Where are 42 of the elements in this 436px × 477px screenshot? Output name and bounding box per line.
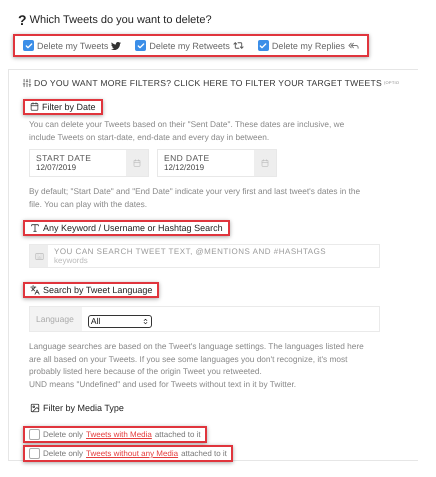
section-title: Filter by Date: [23, 98, 103, 114]
media-link[interactable]: Tweets without any Media: [86, 449, 178, 458]
reply-all-icon: [348, 40, 359, 51]
option-text: attached to it: [181, 449, 227, 458]
description: You can delete your Tweets based on their "Sent Date". These dates are inclusive, we include Tweets on start-date, end-date and every day in between.: [29, 118, 346, 143]
language-select[interactable]: All: [88, 314, 152, 328]
checkbox[interactable]: [135, 40, 146, 51]
question-mark: ?: [18, 12, 27, 28]
keyboard-icon: [34, 252, 44, 260]
calendar-icon[interactable]: [133, 159, 141, 167]
section-title: Filter by Media Type: [23, 400, 131, 416]
checkbox[interactable]: [23, 40, 34, 51]
question-title: Which Tweets do you want to delete?: [30, 14, 212, 26]
checkbox-label[interactable]: Delete my Retweets: [149, 40, 230, 50]
checkbox[interactable]: [29, 429, 40, 440]
language-icon: [30, 285, 40, 295]
calendar-icon[interactable]: [261, 159, 269, 167]
calendar-icon: [30, 102, 39, 111]
date-field[interactable]: START DATE 12/07/2019: [29, 149, 149, 177]
checkbox-label[interactable]: Delete my Replies: [272, 40, 345, 50]
checkbox[interactable]: [258, 40, 269, 51]
option-text: attached to it: [154, 430, 201, 439]
section-title: Search by Tweet Language: [23, 282, 160, 298]
option-text: Delete only: [43, 430, 84, 439]
media-link[interactable]: Tweets with Media: [86, 430, 152, 439]
keyword-input[interactable]: keywords: [54, 256, 354, 265]
sliders-icon: [22, 78, 32, 88]
description: By default; "Start Date" and "End Date" indicate your very first and last tweet's dates in the file. You can play with the dates.: [29, 185, 362, 210]
image-icon: [30, 403, 40, 413]
description: Language searches are based on the Tweet's language settings. The languages listed here are all based on your Tweets. If you see some languages you don't recognize, it's most probably listed here because of the origin Tweet you retweeted.: [29, 340, 365, 378]
checkbox-label[interactable]: Delete my Tweets: [37, 40, 108, 50]
description: UND means "Undefined" and used for Tweets without text in it by Twitter.: [29, 378, 298, 390]
bird-icon: [111, 40, 122, 50]
chevrons-icon: [142, 318, 149, 324]
language-label: Language: [30, 307, 82, 331]
section-title: Any Keyword / Username or Hashtag Search: [23, 220, 230, 236]
option-text: Delete only: [43, 449, 84, 458]
text-icon: [30, 223, 40, 233]
date-field[interactable]: END DATE 12/12/2019: [157, 149, 277, 177]
filters-header[interactable]: DO YOU WANT MORE FILTERS? CLICK HERE TO FILTER YOUR TARGET TWEETS: [34, 78, 382, 88]
repeat-icon: [232, 40, 244, 51]
checkbox[interactable]: [29, 448, 40, 459]
